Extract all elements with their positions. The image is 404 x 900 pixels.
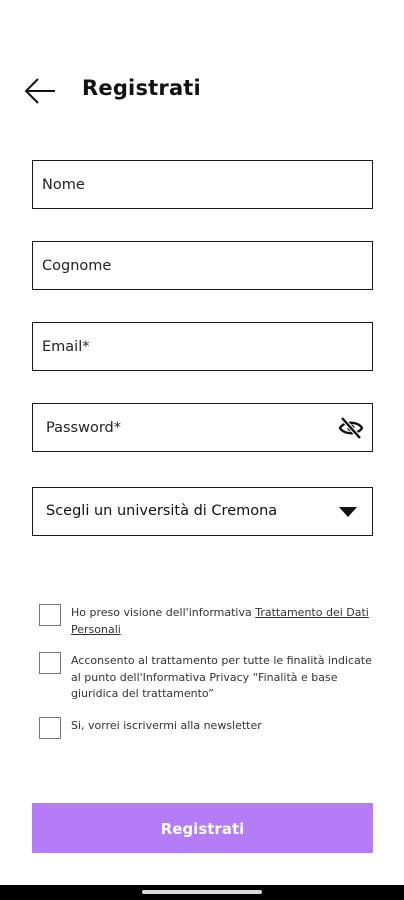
page-title: Registrati xyxy=(82,76,201,100)
email-field-container xyxy=(32,322,373,371)
home-indicator[interactable] xyxy=(142,890,262,894)
cognome-field-container xyxy=(32,241,373,290)
cognome-input[interactable] xyxy=(33,242,372,289)
register-button[interactable]: Registrati xyxy=(32,803,373,853)
nome-field-container xyxy=(32,160,373,209)
consent-processing-label: Acconsento al trattamento per tutte le f… xyxy=(71,654,372,700)
password-input[interactable] xyxy=(33,404,372,451)
university-select-value: Scegli un università di Cremona xyxy=(46,503,278,519)
header: Registrati xyxy=(0,68,404,114)
consent-privacy-checkbox[interactable] xyxy=(39,604,61,626)
password-visibility-toggle[interactable] xyxy=(338,416,364,440)
password-field-container xyxy=(32,403,373,452)
arrow-left-icon xyxy=(24,78,55,104)
system-navigation-bar xyxy=(0,885,404,900)
consent-privacy-text: Ho preso visione dell'informativa Tratta… xyxy=(71,605,373,638)
consent-processing-checkbox[interactable] xyxy=(39,652,61,674)
newsletter-label: Si, vorrei iscrivermi alla newsletter xyxy=(71,719,262,732)
newsletter-checkbox[interactable] xyxy=(39,717,61,739)
nome-input[interactable] xyxy=(33,161,372,208)
back-button[interactable] xyxy=(22,74,58,108)
caret-down-icon xyxy=(339,507,357,517)
eye-off-icon xyxy=(338,416,364,440)
university-select[interactable]: Scegli un università di Cremona xyxy=(32,487,373,536)
email-input[interactable] xyxy=(33,323,372,370)
consent-privacy-label: Ho preso visione dell'informativa xyxy=(71,606,256,619)
